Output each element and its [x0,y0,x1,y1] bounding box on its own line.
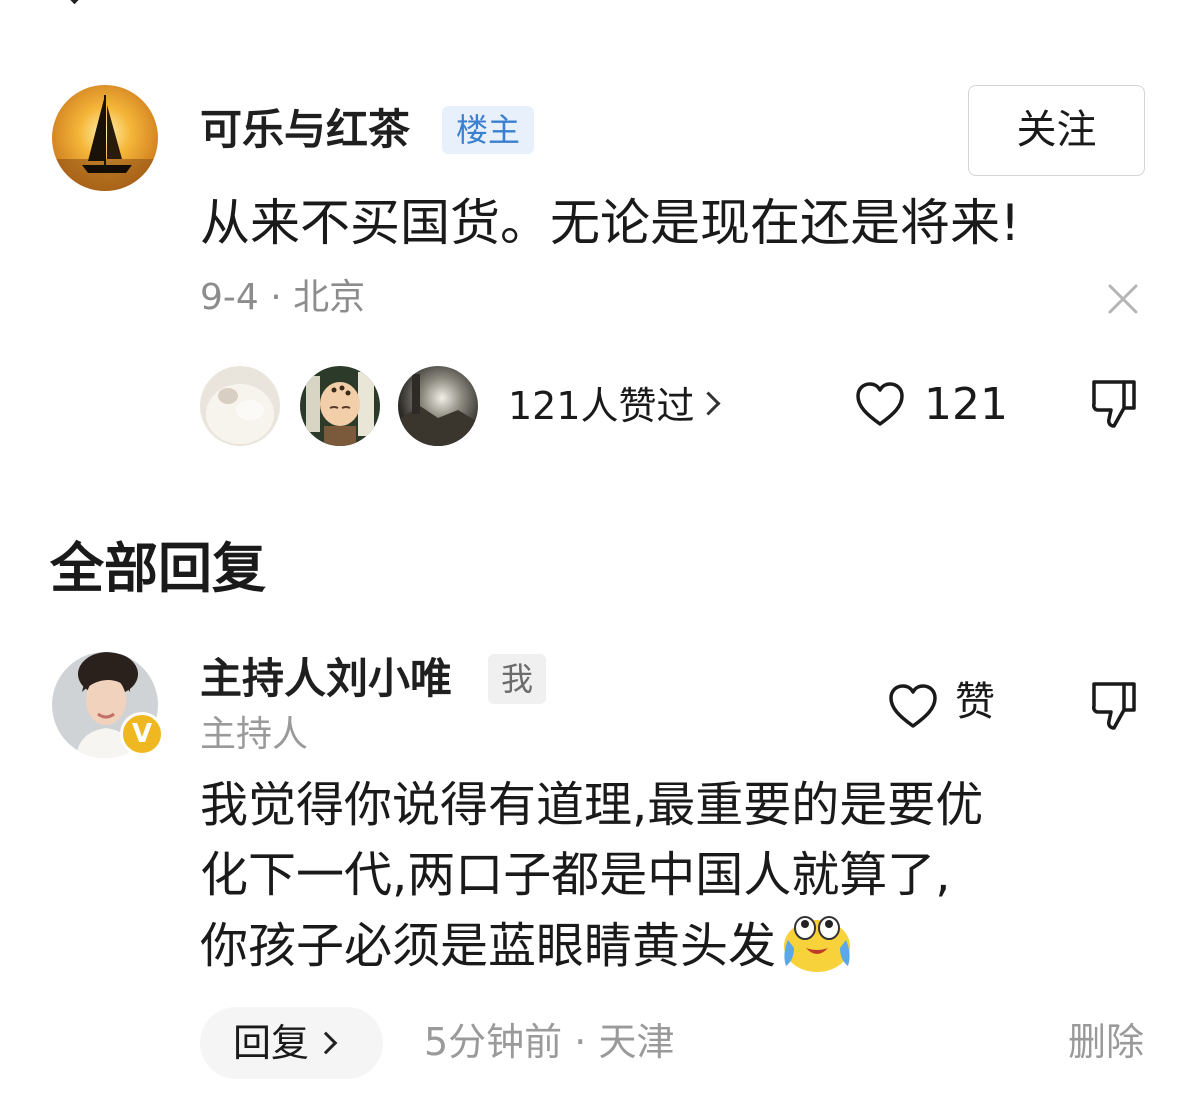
meta-separator: · [562,1020,599,1064]
back-chevron-icon[interactable] [56,0,93,5]
reply-button[interactable]: 回复 [200,1007,383,1079]
reply-like-label[interactable]: 赞 [955,676,995,728]
op-location: 北京 [293,277,366,318]
heart-icon[interactable] [887,682,939,730]
reply-time: 5分钟前 [424,1020,563,1064]
follow-button[interactable]: 关注 [968,85,1145,176]
reply-meta: 5分钟前 · 天津 [424,1018,674,1066]
reply-text-line: 化下一代,两口子都是中国人就算了, [200,847,951,903]
me-badge: 我 [488,654,546,704]
thumbs-down-icon[interactable] [1088,678,1140,734]
liker-avatar-landscape[interactable] [398,366,478,446]
op-username[interactable]: 可乐与红茶 [200,103,410,157]
liker-avatar-baby-monk[interactable] [300,366,380,446]
crying-laughing-emoji-icon [784,916,851,972]
meta-separator: · [258,277,294,318]
thumbs-down-icon[interactable] [1088,376,1140,432]
reply-user-title: 主持人 [200,714,309,755]
heart-icon[interactable] [854,380,906,428]
op-avatar[interactable] [52,85,158,191]
op-badge: 楼主 [442,106,534,154]
liker-avatar-cat[interactable] [200,366,280,446]
reply-button-label: 回复 [233,1021,310,1065]
reply-text-line-content: 你孩子必须是蓝眼睛黄头发 [200,918,777,974]
reply-text-line: 你孩子必须是蓝眼睛黄头发 [200,910,1120,981]
verified-badge-icon: V [120,712,164,756]
chevron-right-icon [314,1031,338,1055]
like-count: 121 [924,379,1008,430]
op-comment-text: 从来不买国货。无论是现在还是将来! [200,194,1021,252]
op-meta: 9-4 · 北京 [200,275,365,321]
comment-detail-page: 可乐与红茶 楼主 关注 从来不买国货。无论是现在还是将来! 9-4 · 北京 1… [0,0,1200,1116]
reply-location: 天津 [598,1020,675,1064]
chevron-right-icon[interactable] [696,391,721,416]
sailboat-icon [52,85,158,191]
close-icon[interactable] [1106,282,1140,316]
reply-comment-text: 我觉得你说得有道理,最重要的是要优 化下一代,两口子都是中国人就算了, 你孩子必… [200,770,1120,981]
delete-button[interactable]: 删除 [1068,1018,1144,1066]
op-date: 9-4 [200,277,259,318]
likers-count-link[interactable]: 121人赞过 [508,382,695,430]
reply-username[interactable]: 主持人刘小唯 [200,652,452,706]
reply-text-line: 我觉得你说得有道理,最重要的是要优 [200,777,984,833]
reply-avatar-group[interactable]: V [52,652,164,760]
all-replies-heading: 全部回复 [50,537,266,600]
